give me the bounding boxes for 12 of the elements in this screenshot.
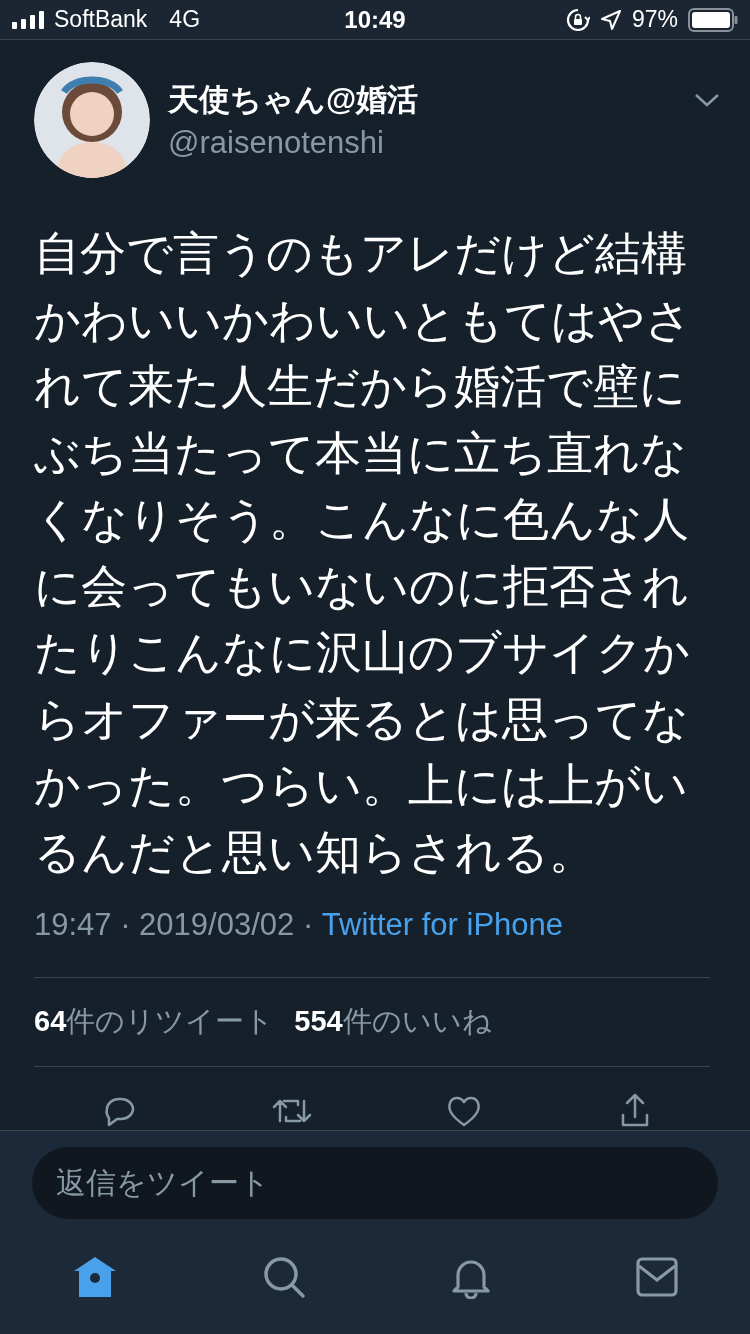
battery-percent: 97% [631, 6, 678, 33]
reply-field[interactable]: 返信をツイート [32, 1147, 718, 1219]
retweet-count[interactable]: 64件のリツイート [34, 1002, 275, 1042]
tweet-text: 自分で言うのもアレだけど結構かわいいかわいいともてはやされて来た人生だから婚活で壁にぶち当たって本当に立ち直れなくなりそう。こんなに色んな人に会ってもいないのに拒否されたりこんなに沢山のブサイクからオファーが来るとは思ってなかった。つらい。上には上がいるんだと思い知らされる。 [34, 226, 693, 880]
like-count[interactable]: 554件のいいね [294, 1002, 492, 1042]
user-handle: @raisenotenshi [168, 125, 384, 161]
source-link[interactable]: Twitter for iPhone [321, 907, 564, 943]
carrier-name: SoftBank [54, 6, 148, 33]
display-name: 天使ちゃん@婚活 [168, 81, 419, 119]
timestamp: 19:47 · 2019/03/02 · [34, 907, 315, 943]
clock: 10:49 [344, 5, 406, 34]
network-type: 4G [169, 6, 201, 33]
